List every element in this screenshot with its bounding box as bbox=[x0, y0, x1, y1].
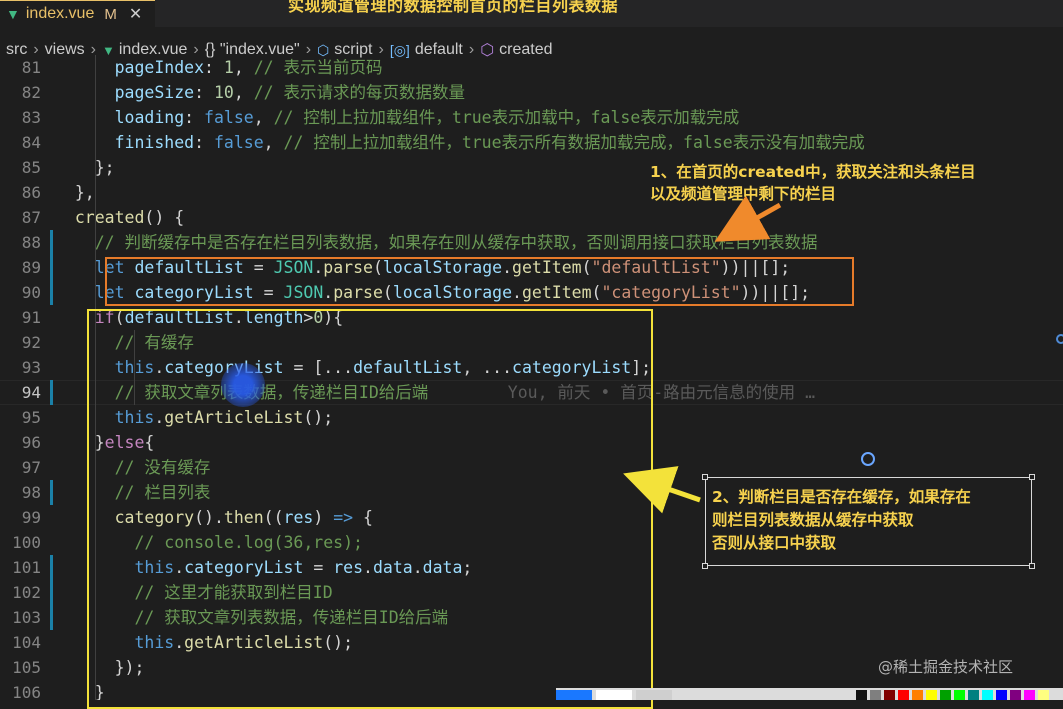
line-number: 91 bbox=[21, 308, 41, 327]
line-number: 105 bbox=[12, 658, 41, 677]
resize-handle[interactable] bbox=[1029, 474, 1035, 480]
palette-swatch[interactable] bbox=[912, 690, 923, 700]
palette-swatch[interactable] bbox=[898, 690, 909, 700]
code-text: loading: false, // 控制上拉加载组件，true表示加载中，fa… bbox=[114, 108, 740, 127]
code-text: pageIndex: 1, // 表示当前页码 bbox=[114, 58, 383, 77]
palette-swatch[interactable] bbox=[954, 690, 965, 700]
code-line[interactable]: 88 // 判断缓存中是否存在栏目列表数据，如果存在则从缓存中获取，否则调用接口… bbox=[0, 230, 1063, 255]
code-line[interactable]: 82 pageSize: 10, // 表示请求的每页数据数量 bbox=[0, 80, 1063, 105]
annotation-note-2[interactable]: 2、判断栏目是否存在缓存，如果存在 则栏目列表数据从缓存中获取 否则从接口中获取 bbox=[705, 477, 1032, 566]
line-number: 88 bbox=[21, 233, 41, 252]
git-change-marker bbox=[50, 580, 53, 605]
palette-swatch[interactable] bbox=[982, 690, 993, 700]
palette-swatch[interactable] bbox=[884, 690, 895, 700]
palette-swatch[interactable] bbox=[996, 690, 1007, 700]
highlight-box-cache-read bbox=[105, 257, 854, 306]
line-number: 92 bbox=[21, 333, 41, 352]
code-text: // 判断缓存中是否存在栏目列表数据，如果存在则从缓存中获取，否则调用接口获取栏… bbox=[94, 233, 818, 252]
line-number: 86 bbox=[21, 183, 41, 202]
vue-file-icon: ▼ bbox=[6, 6, 20, 22]
line-number: 99 bbox=[21, 508, 41, 527]
line-number: 95 bbox=[21, 408, 41, 427]
resize-handle[interactable] bbox=[1029, 563, 1035, 569]
palette-swatch[interactable] bbox=[940, 690, 951, 700]
line-number: 81 bbox=[21, 58, 41, 77]
line-number: 82 bbox=[21, 83, 41, 102]
line-number: 84 bbox=[21, 133, 41, 152]
line-number: 94 bbox=[21, 383, 41, 402]
code-text: created() { bbox=[74, 208, 185, 227]
git-change-marker bbox=[50, 255, 53, 280]
code-line[interactable]: 83 loading: false, // 控制上拉加载组件，true表示加载中… bbox=[0, 105, 1063, 130]
code-line[interactable]: 87 created() { bbox=[0, 205, 1063, 230]
video-title-banner: 实现频道管理的数据控制首页的栏目列表数据 bbox=[288, 0, 619, 15]
palette-swatch[interactable] bbox=[926, 690, 937, 700]
pin-icon bbox=[861, 452, 875, 466]
line-number: 104 bbox=[12, 633, 41, 652]
line-number: 83 bbox=[21, 108, 41, 127]
git-change-marker bbox=[50, 480, 53, 505]
watermark: @稀土掘金技术社区 bbox=[878, 658, 1014, 676]
palette-swatch[interactable] bbox=[556, 690, 592, 700]
tab-index-vue[interactable]: ▼ index.vue M ✕ bbox=[0, 0, 155, 27]
code-text: finished: false, // 控制上拉加载组件，true表示所有数据加… bbox=[114, 133, 865, 152]
modified-badge: M bbox=[104, 5, 117, 23]
palette-swatch[interactable] bbox=[1038, 690, 1049, 700]
line-number: 97 bbox=[21, 458, 41, 477]
line-number: 87 bbox=[21, 208, 41, 227]
line-number: 96 bbox=[21, 433, 41, 452]
close-icon[interactable]: ✕ bbox=[129, 4, 142, 24]
line-number: 89 bbox=[21, 258, 41, 277]
color-palette-toolbar bbox=[556, 688, 1063, 700]
code-text: pageSize: 10, // 表示请求的每页数据数量 bbox=[114, 83, 466, 102]
mouse-pointer-highlight bbox=[221, 363, 265, 407]
git-change-marker bbox=[50, 280, 53, 305]
code-line[interactable]: 81 pageIndex: 1, // 表示当前页码 bbox=[0, 55, 1063, 80]
scroll-marker bbox=[1056, 334, 1063, 344]
palette-swatch[interactable] bbox=[596, 690, 632, 700]
line-number: 93 bbox=[21, 358, 41, 377]
line-number: 101 bbox=[12, 558, 41, 577]
git-change-marker bbox=[50, 605, 53, 630]
palette-swatch[interactable] bbox=[856, 690, 867, 700]
git-change-marker bbox=[50, 230, 53, 255]
line-number: 90 bbox=[21, 283, 41, 302]
line-number: 106 bbox=[12, 683, 41, 700]
palette-swatch[interactable] bbox=[1024, 690, 1035, 700]
line-number: 85 bbox=[21, 158, 41, 177]
code-text: }; bbox=[55, 158, 115, 177]
line-number: 100 bbox=[12, 533, 41, 552]
palette-swatch[interactable] bbox=[1010, 690, 1021, 700]
line-number: 103 bbox=[12, 608, 41, 627]
palette-swatch[interactable] bbox=[636, 690, 672, 700]
code-line[interactable]: 84 finished: false, // 控制上拉加载组件，true表示所有… bbox=[0, 130, 1063, 155]
resize-handle[interactable] bbox=[702, 563, 708, 569]
annotation-note-1: 1、在首页的created中，获取关注和头条栏目 以及频道管理中剩下的栏目 bbox=[650, 163, 976, 203]
resize-handle[interactable] bbox=[702, 474, 708, 480]
palette-swatch[interactable] bbox=[870, 690, 881, 700]
line-number: 102 bbox=[12, 583, 41, 602]
highlight-box-cache-branch bbox=[87, 309, 653, 709]
palette-swatch[interactable] bbox=[968, 690, 979, 700]
tab-filename: index.vue bbox=[25, 5, 95, 22]
git-change-marker bbox=[50, 555, 53, 580]
git-change-marker bbox=[50, 380, 53, 405]
code-text: }, bbox=[55, 183, 95, 202]
line-number: 98 bbox=[21, 483, 41, 502]
